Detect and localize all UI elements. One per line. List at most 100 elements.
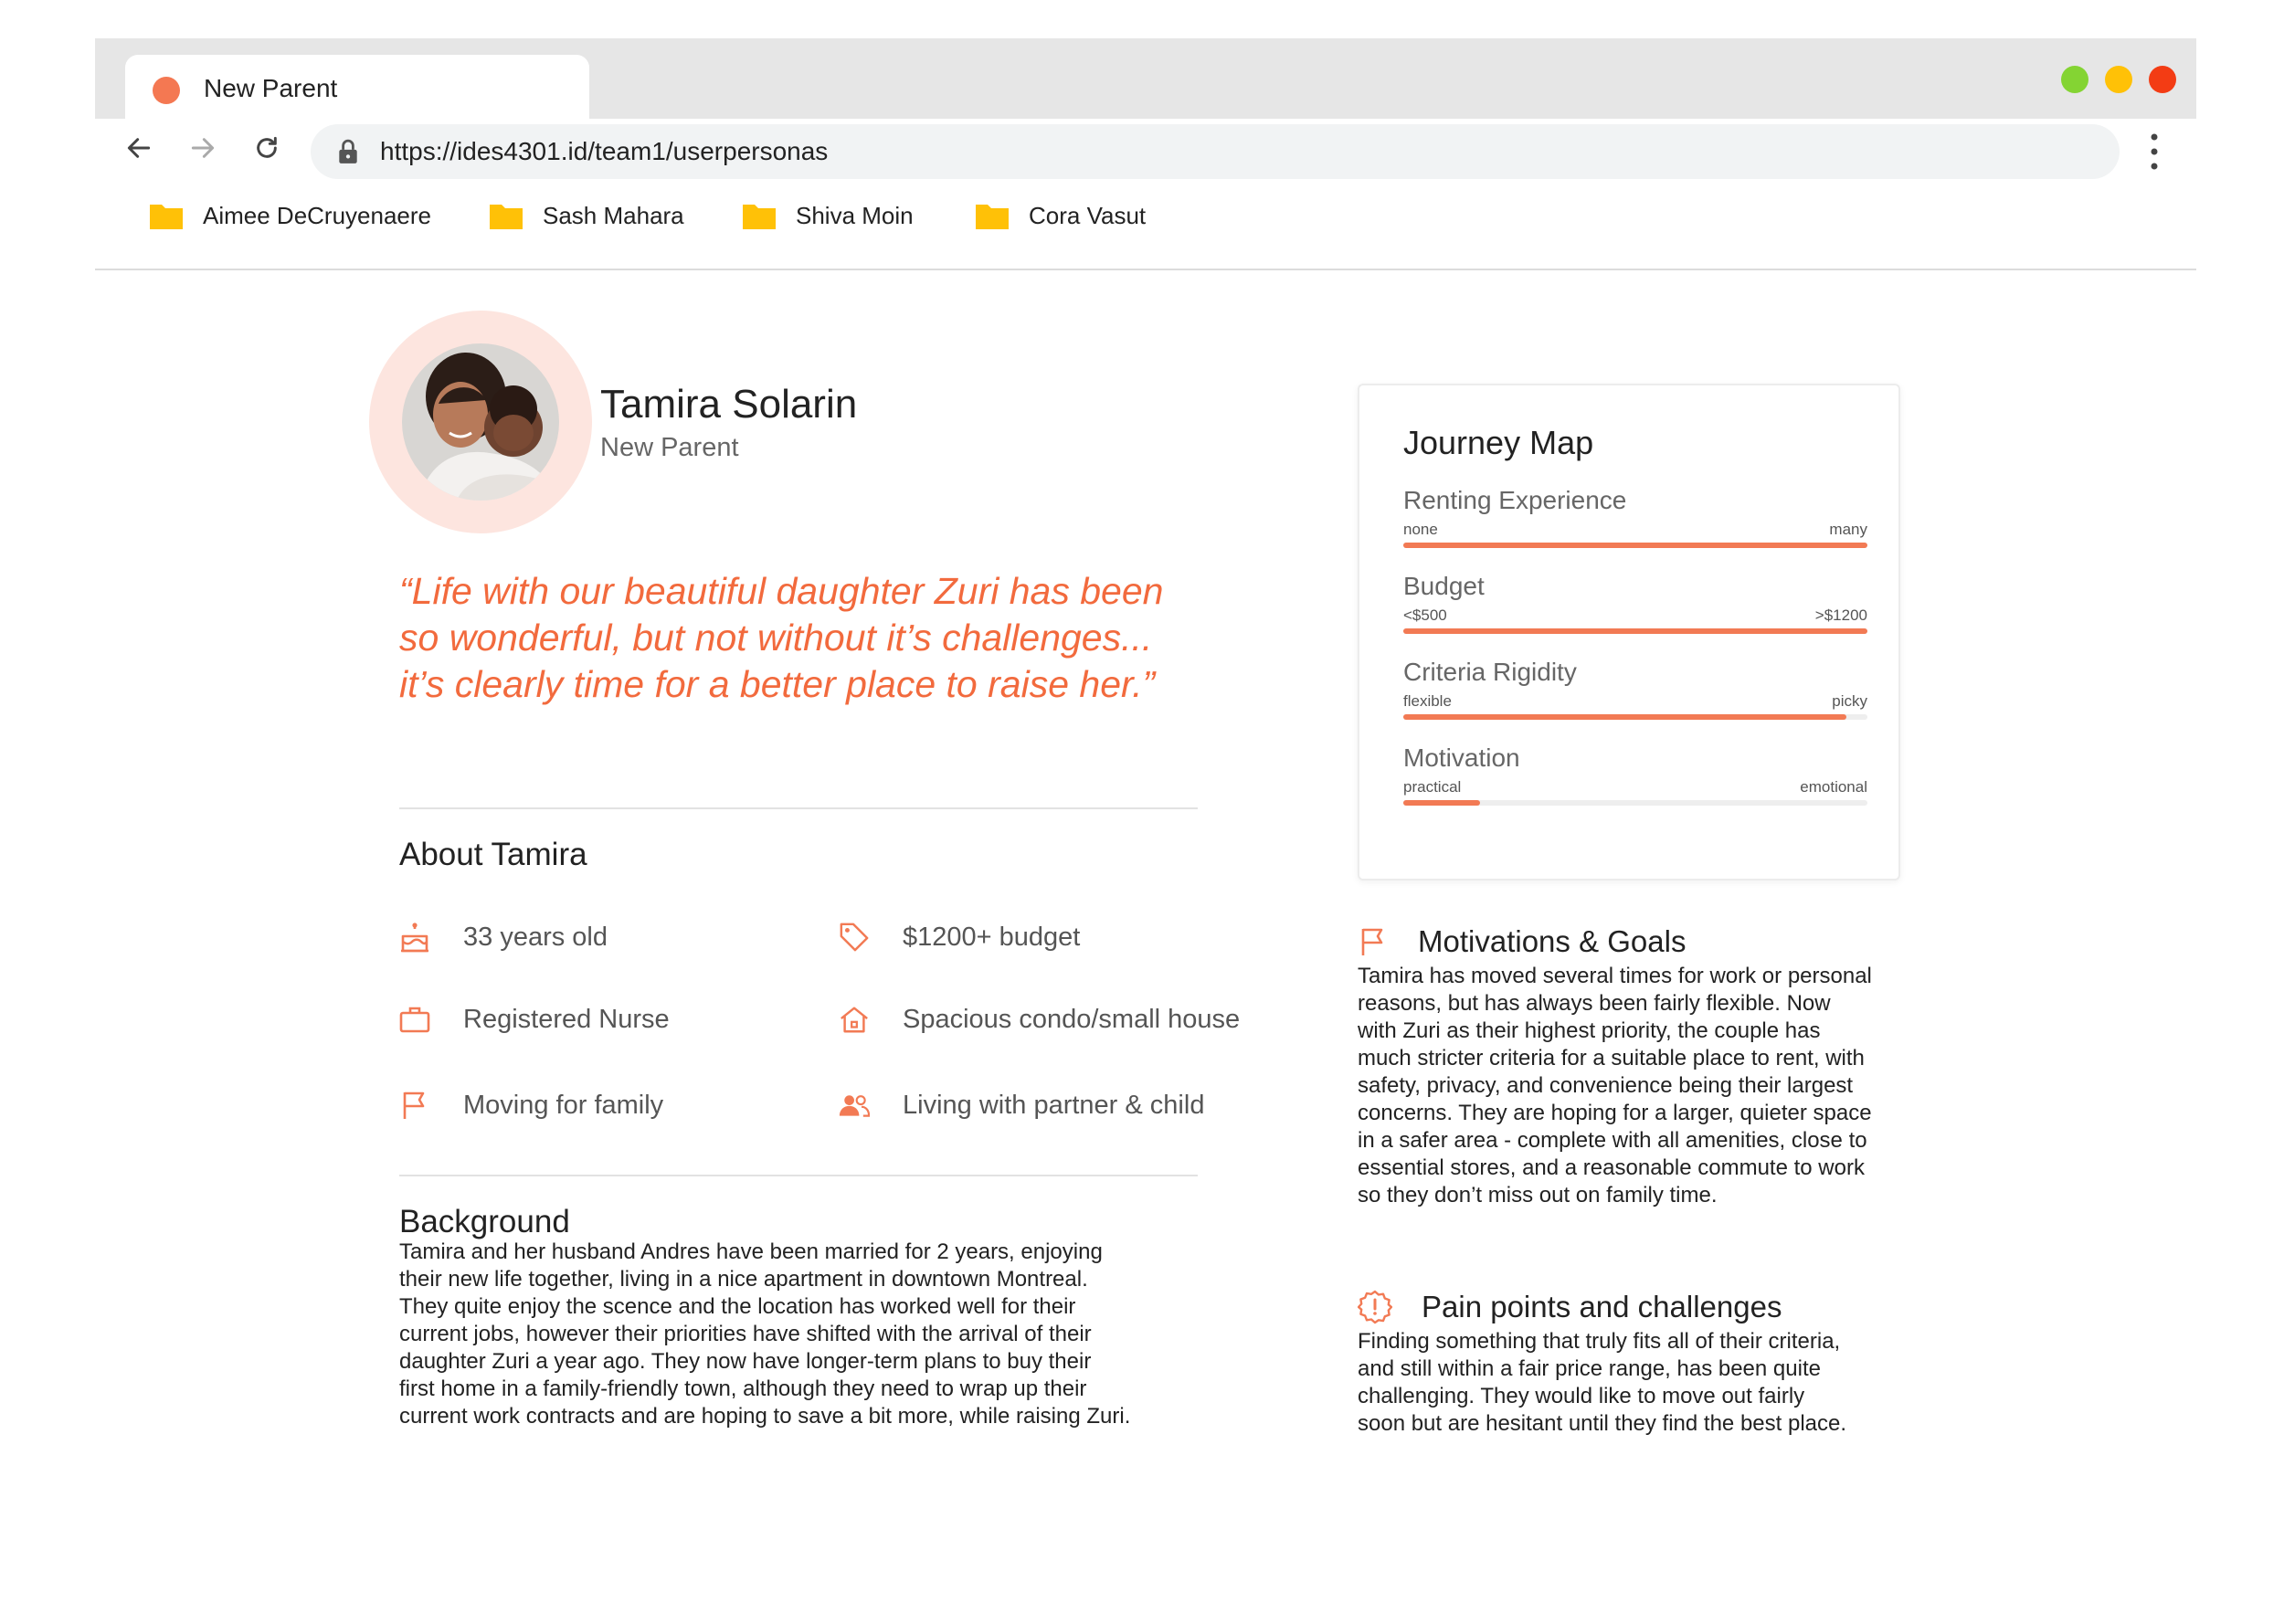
fact-reason: Moving for family bbox=[399, 1087, 663, 1123]
persona-role: New Parent bbox=[600, 433, 739, 462]
divider bbox=[399, 807, 1198, 809]
background-line: their new life together, living in a nic… bbox=[399, 1267, 1088, 1292]
flag-icon bbox=[399, 1090, 430, 1121]
motivations-line: with Zuri as their highest priority, the… bbox=[1358, 1018, 1821, 1043]
pain-points-title: Pain points and challenges bbox=[1422, 1290, 1782, 1323]
alert-badge-icon bbox=[1358, 1290, 1392, 1324]
bookmark-sash[interactable]: Sash Mahara bbox=[490, 197, 684, 234]
fact-label: $1200+ budget bbox=[903, 922, 1081, 952]
tab-strip: New Parent bbox=[95, 38, 2196, 119]
arrow-right-icon bbox=[191, 138, 215, 158]
background-line: current jobs, however their priorities h… bbox=[399, 1322, 1092, 1346]
tab-favicon bbox=[153, 77, 180, 104]
people-icon bbox=[839, 1090, 870, 1121]
motivations-line: essential stores, and a reasonable commu… bbox=[1358, 1155, 1865, 1180]
scale-max: picky bbox=[1832, 692, 1867, 710]
address-bar[interactable]: https://ides4301.id/team1/userpersonas bbox=[311, 124, 2120, 179]
bookmark-label: Cora Vasut bbox=[1029, 201, 1147, 229]
avatar-photo bbox=[402, 343, 559, 501]
background-line: first home in a family-friendly town, al… bbox=[399, 1376, 1087, 1401]
maximize-button[interactable] bbox=[2105, 66, 2132, 93]
about-heading: About Tamira bbox=[399, 837, 587, 872]
journey-label: Motivation bbox=[1403, 743, 1520, 772]
bookmarks-bar: Aimee DeCruyenaere Sash Mahara Shiva Moi… bbox=[95, 183, 2196, 270]
journey-track bbox=[1403, 714, 1867, 720]
journey-track bbox=[1403, 800, 1867, 806]
pain-points-line: soon but are hesitant until they find th… bbox=[1358, 1411, 1847, 1436]
quote-line: it’s clearly time for a better place to … bbox=[399, 663, 1156, 705]
background-line: daughter Zuri a year ago. They now have … bbox=[399, 1349, 1092, 1374]
tab-new-parent[interactable]: New Parent bbox=[125, 55, 589, 119]
background-text: Tamira and her husband Andres have been … bbox=[399, 1239, 1203, 1430]
scale-max: >$1200 bbox=[1814, 606, 1867, 624]
lock-icon bbox=[339, 139, 357, 163]
persona-name: Tamira Solarin bbox=[600, 382, 858, 427]
close-button[interactable] bbox=[2149, 66, 2176, 93]
folder-icon bbox=[976, 205, 1009, 229]
quote-line: “Life with our beautiful daughter Zuri h… bbox=[399, 570, 1164, 612]
background-line: Tamira and her husband Andres have been … bbox=[399, 1239, 1103, 1264]
reload-button[interactable] bbox=[247, 128, 287, 168]
scale-min: <$500 bbox=[1403, 606, 1447, 624]
birthday-cake-icon bbox=[399, 922, 430, 953]
fact-household: Living with partner & child bbox=[839, 1087, 1204, 1123]
scale-min: none bbox=[1403, 521, 1438, 538]
reload-icon bbox=[257, 136, 277, 158]
persona-quote: “Life with our beautiful daughter Zuri h… bbox=[399, 568, 1313, 708]
scale-min: practical bbox=[1403, 778, 1462, 796]
background-line: They quite enjoy the scence and the loca… bbox=[399, 1294, 1076, 1319]
bookmark-label: Shiva Moin bbox=[796, 201, 914, 229]
scale-min: flexible bbox=[1403, 692, 1452, 710]
forward-button[interactable] bbox=[183, 128, 223, 168]
kebab-menu-button[interactable] bbox=[2145, 132, 2163, 172]
journey-row-motivation: Motivation practical emotional bbox=[1403, 743, 1867, 806]
scale-max: many bbox=[1829, 521, 1867, 538]
pain-points-line: challenging. They would like to move out… bbox=[1358, 1384, 1805, 1408]
house-icon bbox=[839, 1004, 870, 1035]
kebab-menu-icon bbox=[2151, 133, 2158, 170]
minimize-button[interactable] bbox=[2061, 66, 2088, 93]
fact-label: Spacious condo/small house bbox=[903, 1004, 1241, 1034]
bookmark-label: Aimee DeCruyenaere bbox=[203, 201, 432, 229]
price-tag-icon bbox=[839, 922, 870, 953]
background-line: current work contracts and are hoping to… bbox=[399, 1404, 1131, 1429]
journey-map-title: Journey Map bbox=[1403, 424, 1594, 461]
fact-housing: Spacious condo/small house bbox=[839, 1001, 1240, 1038]
browser-window: New Parent https://ides4301.id/team1/use… bbox=[95, 38, 2196, 1582]
divider bbox=[399, 1175, 1198, 1176]
back-button[interactable] bbox=[119, 128, 159, 168]
fact-label: Registered Nurse bbox=[463, 1004, 670, 1034]
motivations-line: much stricter criteria for a suitable pl… bbox=[1358, 1046, 1865, 1070]
pain-points-line: and still within a fair price range, has… bbox=[1358, 1356, 1821, 1381]
journey-fill bbox=[1403, 800, 1480, 806]
fact-label: Living with partner & child bbox=[903, 1090, 1205, 1120]
browser-toolbar: https://ides4301.id/team1/userpersonas bbox=[95, 119, 2196, 183]
journey-label: Criteria Rigidity bbox=[1403, 658, 1577, 686]
folder-icon bbox=[150, 205, 183, 229]
quote-line: so wonderful, but not without it’s chall… bbox=[399, 617, 1153, 659]
journey-row-renting: Renting Experience none many bbox=[1403, 486, 1867, 548]
journey-track bbox=[1403, 628, 1867, 634]
journey-label: Budget bbox=[1403, 572, 1485, 600]
journey-row-criteria: Criteria Rigidity flexible picky bbox=[1403, 658, 1867, 720]
fact-job: Registered Nurse bbox=[399, 1001, 670, 1038]
folder-icon bbox=[743, 205, 776, 229]
fact-label: 33 years old bbox=[463, 922, 608, 952]
avatar-ring bbox=[369, 311, 592, 533]
motivations-line: reasons, but has always been fairly flex… bbox=[1358, 991, 1831, 1016]
journey-row-budget: Budget <$500 >$1200 bbox=[1403, 572, 1867, 634]
flag-icon bbox=[1361, 928, 1383, 955]
fact-age: 33 years old bbox=[399, 919, 608, 955]
url-text: https://ides4301.id/team1/userpersonas bbox=[380, 137, 829, 165]
avatar bbox=[402, 343, 559, 501]
journey-track bbox=[1403, 543, 1867, 548]
journey-map-card: Journey Map Renting Experience none many … bbox=[1358, 384, 1900, 881]
motivations-header: Motivations & Goals bbox=[1358, 924, 1686, 959]
scale-max: emotional bbox=[1800, 778, 1867, 796]
pain-points-text: Finding something that truly fits all of… bbox=[1358, 1328, 1924, 1438]
motivations-line: Tamira has moved several times for work … bbox=[1358, 964, 1872, 988]
bookmark-aimee[interactable]: Aimee DeCruyenaere bbox=[150, 197, 431, 234]
bookmark-shiva[interactable]: Shiva Moin bbox=[743, 197, 914, 234]
bookmark-cora[interactable]: Cora Vasut bbox=[976, 197, 1146, 234]
motivations-text: Tamira has moved several times for work … bbox=[1358, 963, 1924, 1209]
